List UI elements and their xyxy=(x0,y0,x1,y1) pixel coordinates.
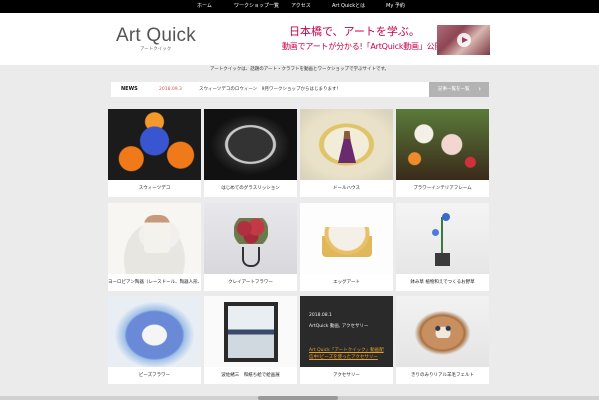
workshop-title: ドールハウス xyxy=(333,186,360,191)
workshop-title: エッグアート xyxy=(333,280,360,285)
workshop-title: 鉢み草 植物和えでつくるお野草 xyxy=(410,280,475,285)
news-bar: NEWS 2018.09.3 スウィーツデコのロウィーン 9月ワークショップから… xyxy=(111,82,489,97)
nav-item-my-reservation[interactable]: My 予約 xyxy=(386,2,405,11)
workshop-thumbnail xyxy=(396,109,489,180)
play-icon xyxy=(457,33,471,47)
workshop-thumbnail xyxy=(300,109,393,180)
workshop-card[interactable]: ヨーロピアン陶器（レースドール、陶器人形、陶 xyxy=(108,203,201,291)
nav-item-access[interactable]: アクセス xyxy=(291,2,311,11)
workshop-thumbnail xyxy=(108,296,201,367)
workshop-card[interactable]: エッグアート xyxy=(300,203,393,291)
workshop-card[interactable]: きりのみりリアル羊毛フェルト xyxy=(396,296,489,384)
horizontal-scrollbar[interactable] xyxy=(0,396,599,400)
news-headline-link[interactable]: スウィーツデコのロウィーン 9月ワークショップからはじまります！ xyxy=(199,86,341,94)
workshop-title: ヨーロピアン陶器（レースドール、陶器人形、陶 xyxy=(108,280,201,285)
top-nav: ホーム ワークショップ一覧 アクセス Art Quickとは My 予約 xyxy=(0,0,599,13)
workshop-thumbnail xyxy=(204,203,297,274)
workshop-card[interactable]: ビーズフラワー xyxy=(108,296,201,384)
chevron-right-icon: › xyxy=(478,85,481,93)
workshop-title: ビーズフラワー xyxy=(138,373,171,378)
site-tagline: アートクイックは、話題のアート・クラフトを動画とワークショップで学ぶサイトです。 xyxy=(209,67,389,72)
workshop-card[interactable]: ドールハウス xyxy=(300,109,393,197)
workshop-title: はじめてのグラスリッション xyxy=(221,186,280,191)
workshop-title: きりのみりリアル羊毛フェルト xyxy=(411,373,474,378)
workshop-card[interactable]: プラワーインテリアフレーム xyxy=(396,109,489,197)
news-list-button-label: 記事一覧を一覧 xyxy=(438,87,470,92)
logo-subtitle: アートクイック xyxy=(140,47,172,52)
news-label: NEWS xyxy=(121,86,138,92)
workshop-card[interactable]: 鉢み草 植物和えでつくるお野草 xyxy=(396,203,489,291)
logo[interactable]: Art Quick xyxy=(116,26,196,46)
workshop-thumbnail xyxy=(204,109,297,180)
workshop-card[interactable]: クレイアートフラワー xyxy=(204,203,297,291)
workshop-title: スウィーツデコ xyxy=(138,186,171,191)
post-date: 2018.08.1 xyxy=(309,313,332,318)
workshop-grid: スウィーツデコ はじめてのグラスリッション ドールハウス プラワーインテリアフレ… xyxy=(108,109,490,400)
workshop-title: アクセサリー xyxy=(333,373,360,378)
workshop-title: プラワーインテリアフレーム xyxy=(413,186,472,191)
workshop-card[interactable]: スウィーツデコ xyxy=(108,109,201,197)
nav-item-about[interactable]: Art Quickとは xyxy=(332,2,365,11)
video-banner[interactable]: 日本橋で、アートを学ぶ。 動画でアートが分かる!「ArtQuick動画」公開中! xyxy=(282,25,490,55)
post-link[interactable]: Art Quick「アートクイック」動画配信中!ビーズを使ったアクセサリー xyxy=(309,347,387,361)
nav-item-workshops[interactable]: ワークショップ一覧 xyxy=(234,2,279,11)
scrollbar-thumb[interactable] xyxy=(258,396,338,400)
news-date: 2018.09.3 xyxy=(159,87,182,92)
workshop-title: クレイアートフラワー xyxy=(228,280,273,285)
banner-headline: 日本橋で、アートを学ぶ。 xyxy=(289,25,420,38)
workshop-card[interactable]: はじめてのグラスリッション xyxy=(204,109,297,197)
workshop-thumbnail xyxy=(300,203,393,274)
workshop-thumbnail xyxy=(396,203,489,274)
workshop-thumbnail xyxy=(108,109,201,180)
workshop-thumbnail xyxy=(396,296,489,367)
workshop-card[interactable]: 波佐緒三 和紙ち絵で絵画展 xyxy=(204,296,297,384)
workshop-hover-overlay: 2018.08.1 ArtQuick 動画, アクセサリー Art Quick「… xyxy=(300,296,393,367)
banner-image xyxy=(437,25,490,55)
post-categories[interactable]: ArtQuick 動画, アクセサリー xyxy=(309,323,368,330)
workshop-thumbnail xyxy=(204,296,297,367)
news-list-button[interactable]: 記事一覧を一覧 › xyxy=(429,82,489,97)
workshop-thumbnail xyxy=(108,203,201,274)
banner-subline: 動画でアートが分かる!「ArtQuick動画」公開中! xyxy=(282,42,454,51)
workshop-title: 波佐緒三 和紙ち絵で絵画展 xyxy=(221,373,280,378)
site-header: Art Quick アートクイック 日本橋で、アートを学ぶ。 動画でアートが分か… xyxy=(0,13,599,65)
nav-item-home[interactable]: ホーム xyxy=(197,2,212,11)
workshop-card[interactable]: 2018.08.1 ArtQuick 動画, アクセサリー Art Quick「… xyxy=(300,296,393,384)
